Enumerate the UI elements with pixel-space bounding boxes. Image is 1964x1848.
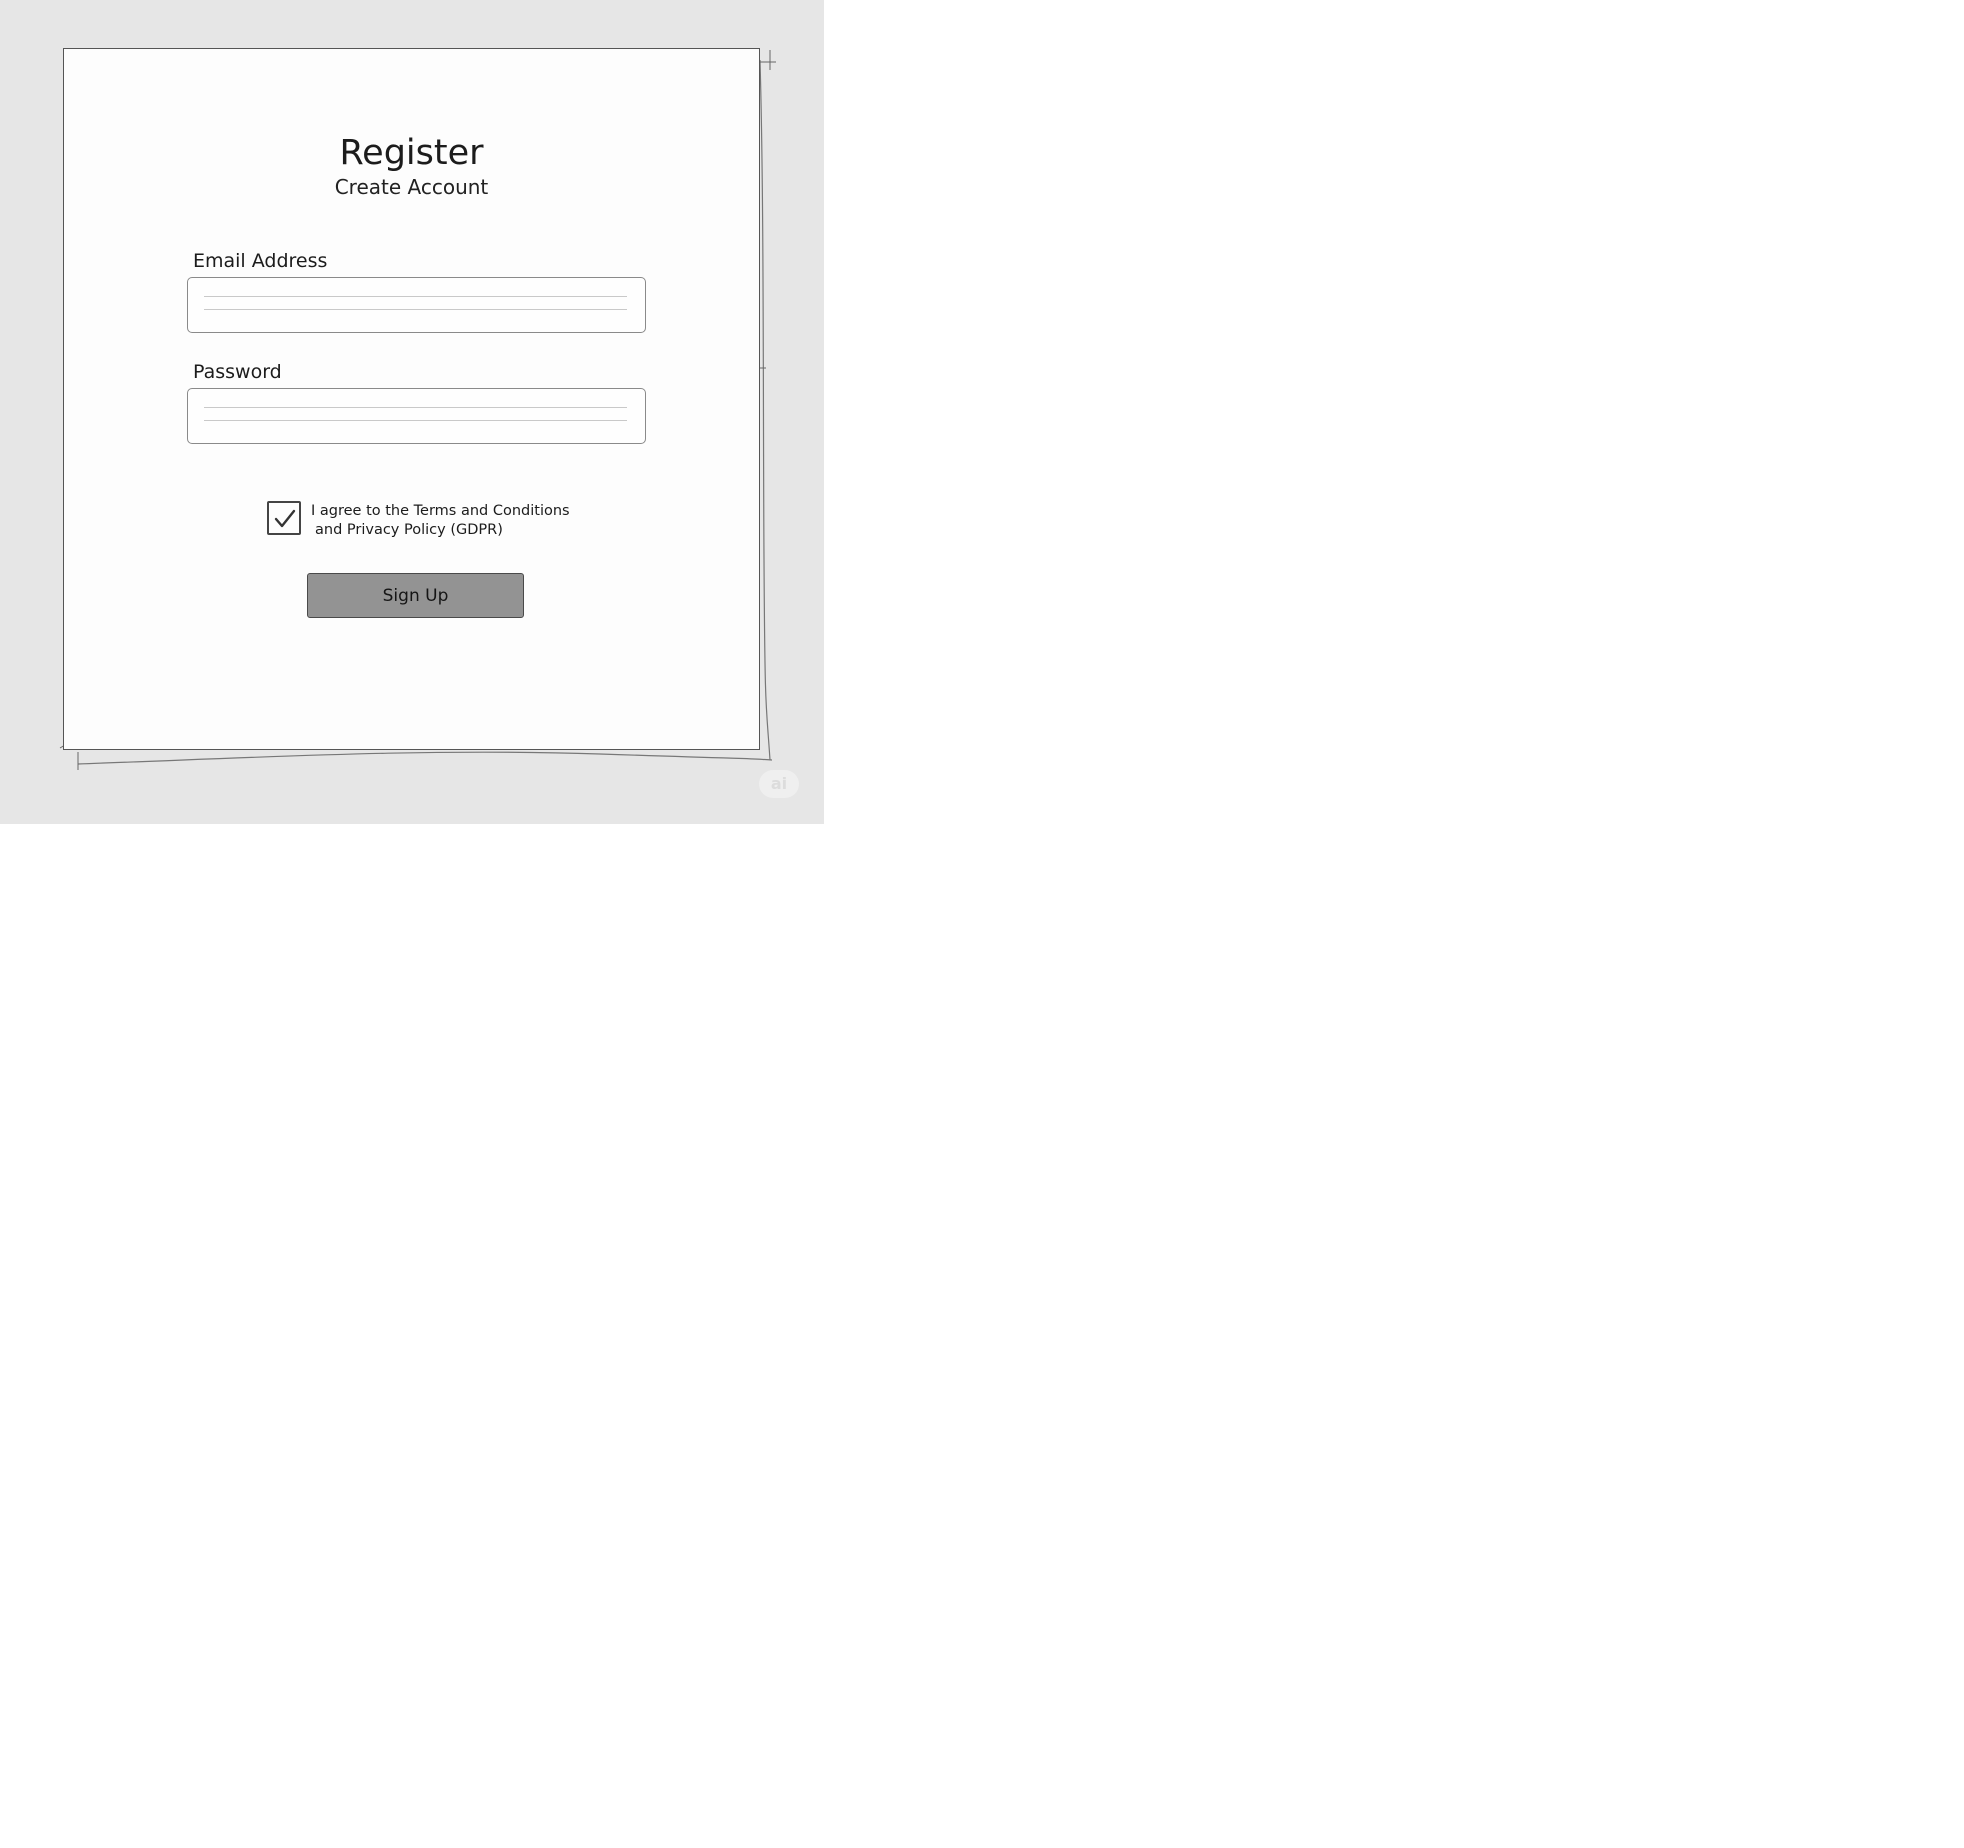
email-label: Email Address <box>193 250 328 272</box>
agree-checkbox[interactable] <box>267 501 301 535</box>
checkmark-icon <box>274 509 296 528</box>
page-subtitle: Create Account <box>334 175 489 199</box>
register-card: Register Create Account Email Address Pa… <box>63 48 760 750</box>
canvas-background: Register Create Account Email Address Pa… <box>0 0 824 824</box>
sign-up-button[interactable]: Sign Up <box>307 573 524 618</box>
password-input[interactable] <box>188 389 645 443</box>
agree-text-line-2: and Privacy Policy (GDPR) <box>315 522 503 538</box>
page-title: Register <box>339 133 484 173</box>
email-field-box <box>187 277 646 333</box>
agree-terms-text: I agree to the Terms and Conditions and … <box>311 502 601 540</box>
password-field-box <box>187 388 646 444</box>
agree-text-line-1: I agree to the Terms and Conditions <box>311 503 570 519</box>
ai-watermark: ai <box>759 770 799 798</box>
password-label: Password <box>193 361 282 383</box>
email-input[interactable] <box>188 278 645 332</box>
